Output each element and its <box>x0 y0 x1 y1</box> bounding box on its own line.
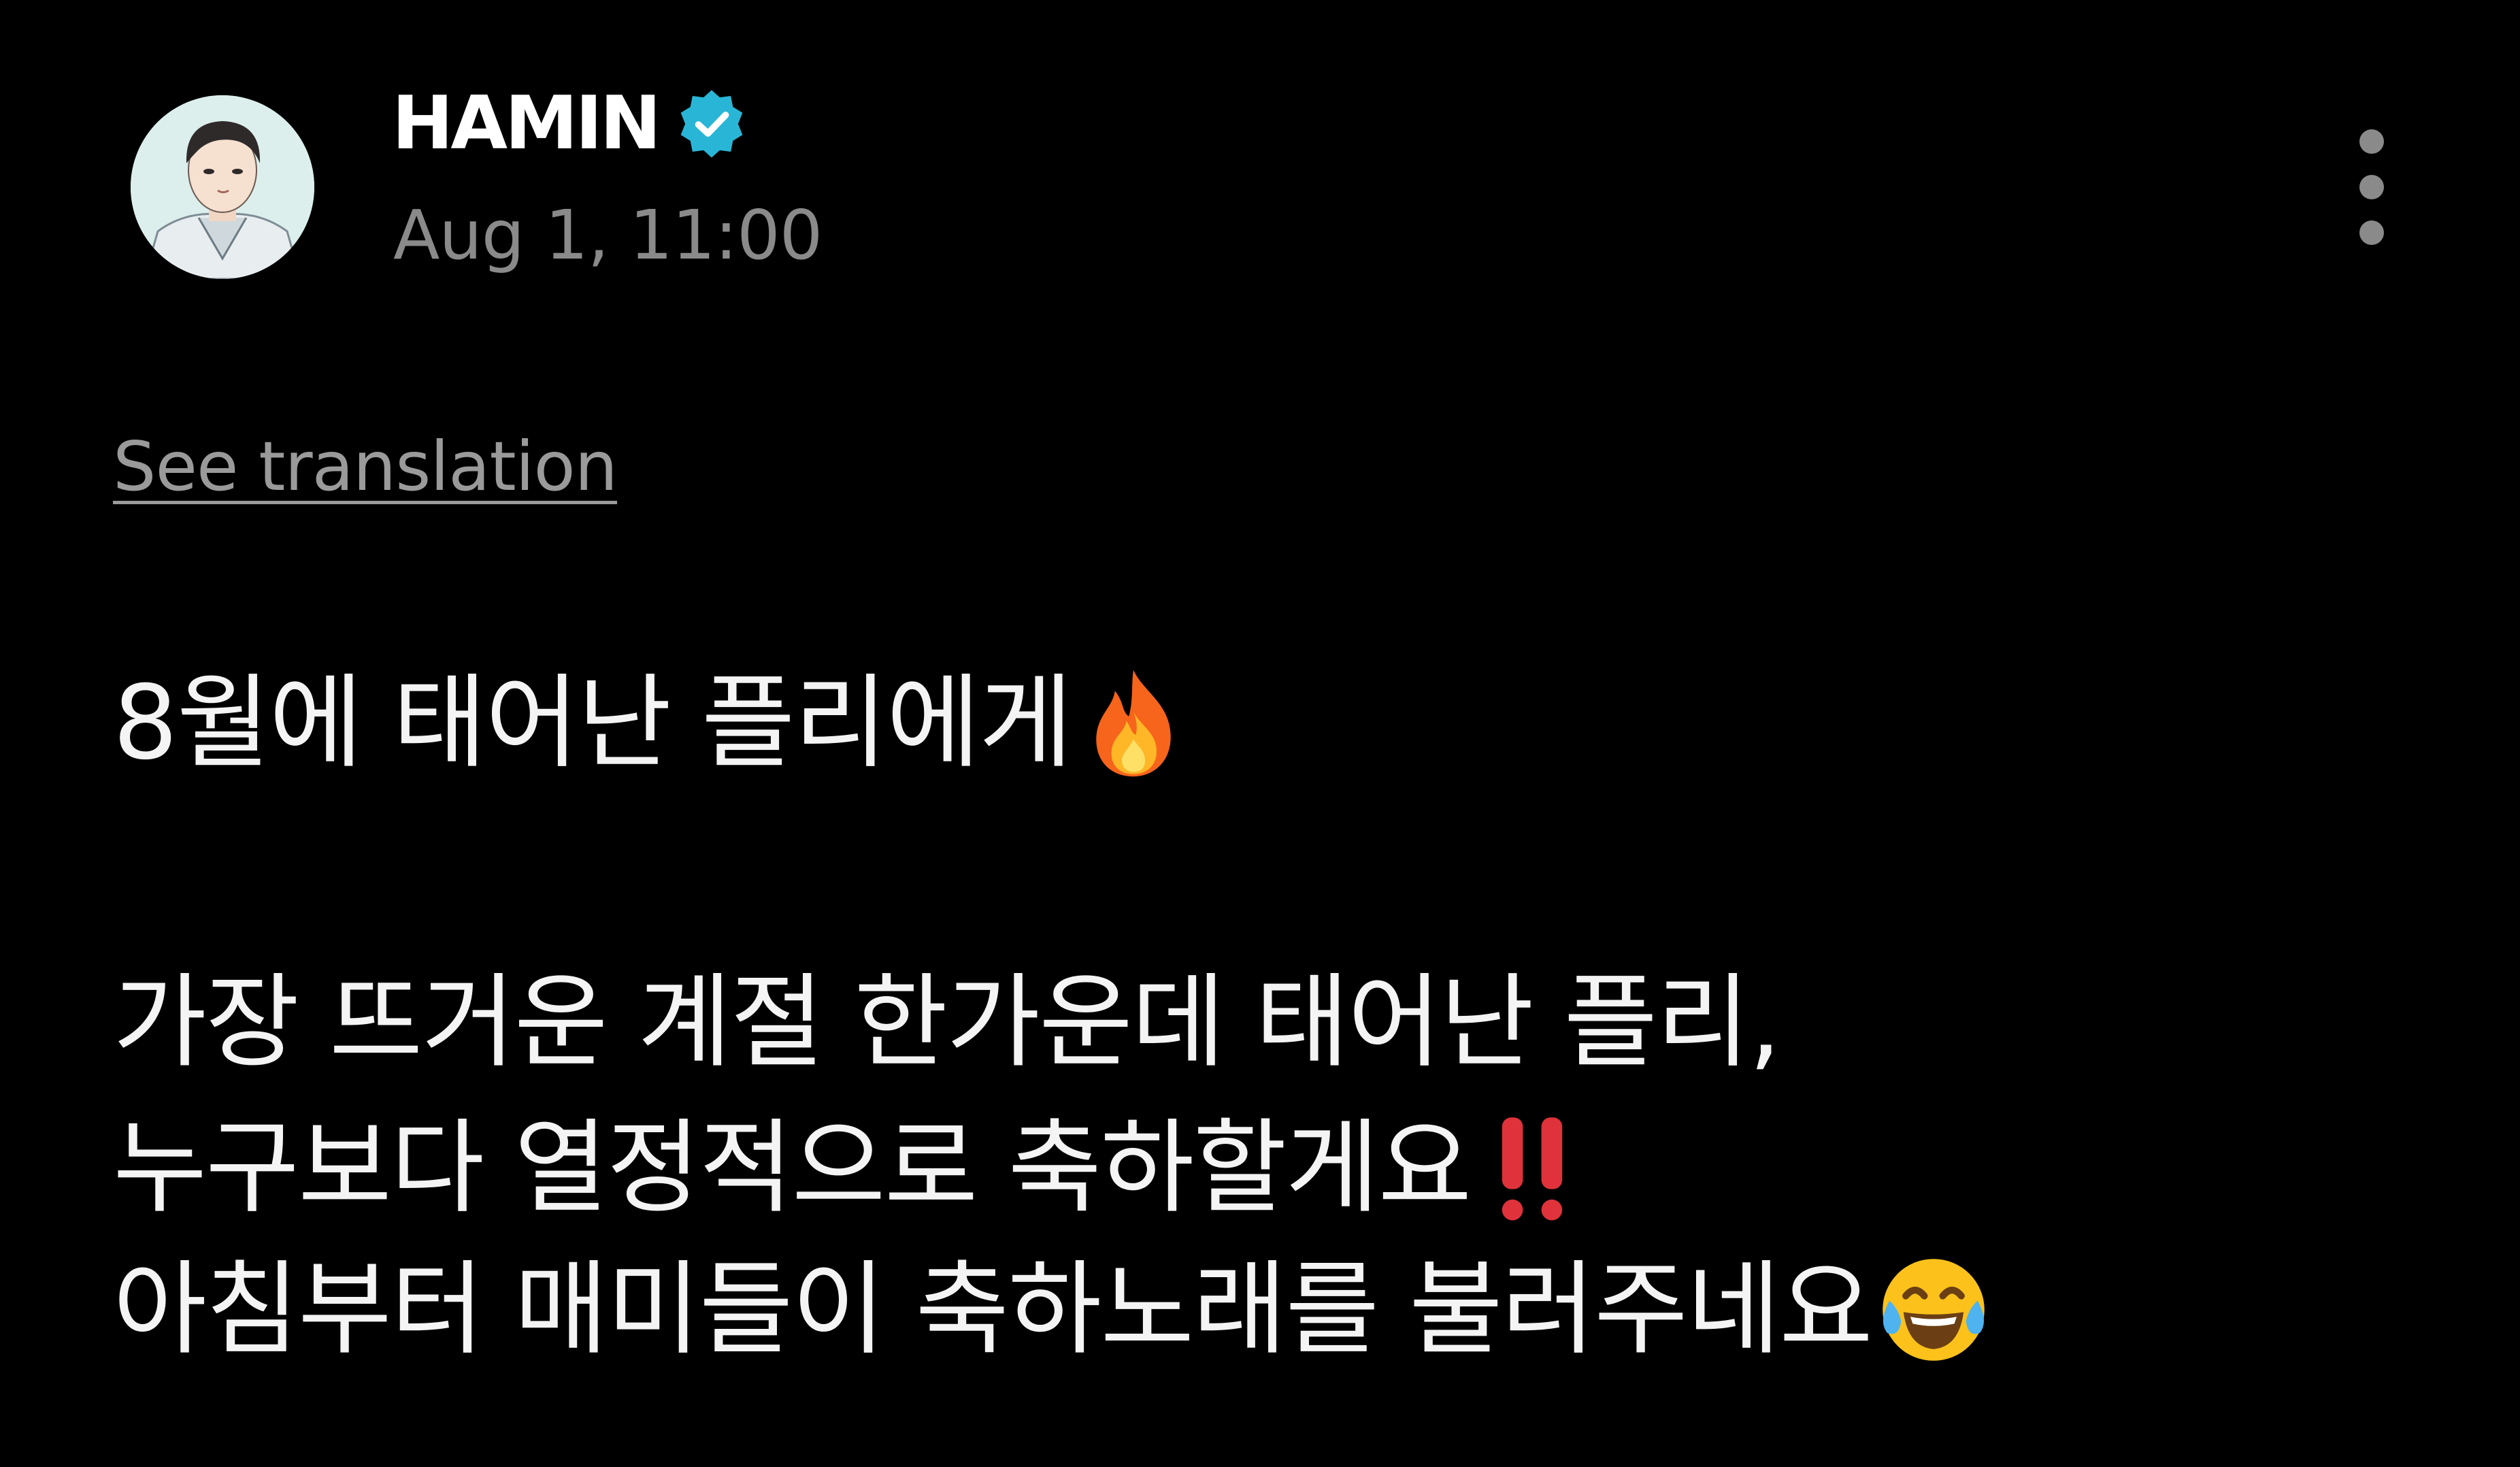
post-timestamp: Aug 1, 11:00 <box>393 195 823 275</box>
post-text-line: 누구보다 열정적으로 축하할게요 <box>113 1110 1590 1226</box>
post-text-line: 8월에 태어난 플리에게 <box>113 665 1191 781</box>
ellipsis-dot <box>2359 220 2384 245</box>
ellipsis-dot <box>2359 175 2384 199</box>
avatar-illustration <box>131 95 314 279</box>
author-row: HAMIN <box>392 76 748 171</box>
post-text: 8월에 태어난 플리에게 <box>113 664 1073 782</box>
double-exclamation-emoji-icon <box>1474 1110 1590 1226</box>
post-text: 누구보다 열정적으로 축하할게요 <box>113 1109 1472 1227</box>
post-text-line: 아침부터 매미들이 축하노래를 불러주네요 <box>113 1252 1991 1368</box>
vertical-ellipsis-icon <box>2359 129 2384 154</box>
post-text: 가장 뜨거운 계절 한가운데 태어난 플리, <box>113 963 1781 1082</box>
tears-of-joy-emoji-icon <box>1876 1252 1991 1368</box>
author-name[interactable]: HAMIN <box>392 87 661 161</box>
see-translation-link[interactable]: See translation <box>113 433 618 501</box>
verified-badge-icon <box>675 87 748 161</box>
more-options-button[interactable] <box>2344 129 2399 245</box>
post-text: 아침부터 매미들이 축하노래를 불러주네요 <box>113 1251 1873 1369</box>
author-avatar[interactable] <box>131 95 314 279</box>
post-card: HAMIN Aug 1, 11:00 See translation 8월에 태… <box>0 0 2520 1467</box>
fire-emoji-icon <box>1076 665 1191 781</box>
post-text-line: 가장 뜨거운 계절 한가운데 태어난 플리, <box>113 963 1781 1082</box>
